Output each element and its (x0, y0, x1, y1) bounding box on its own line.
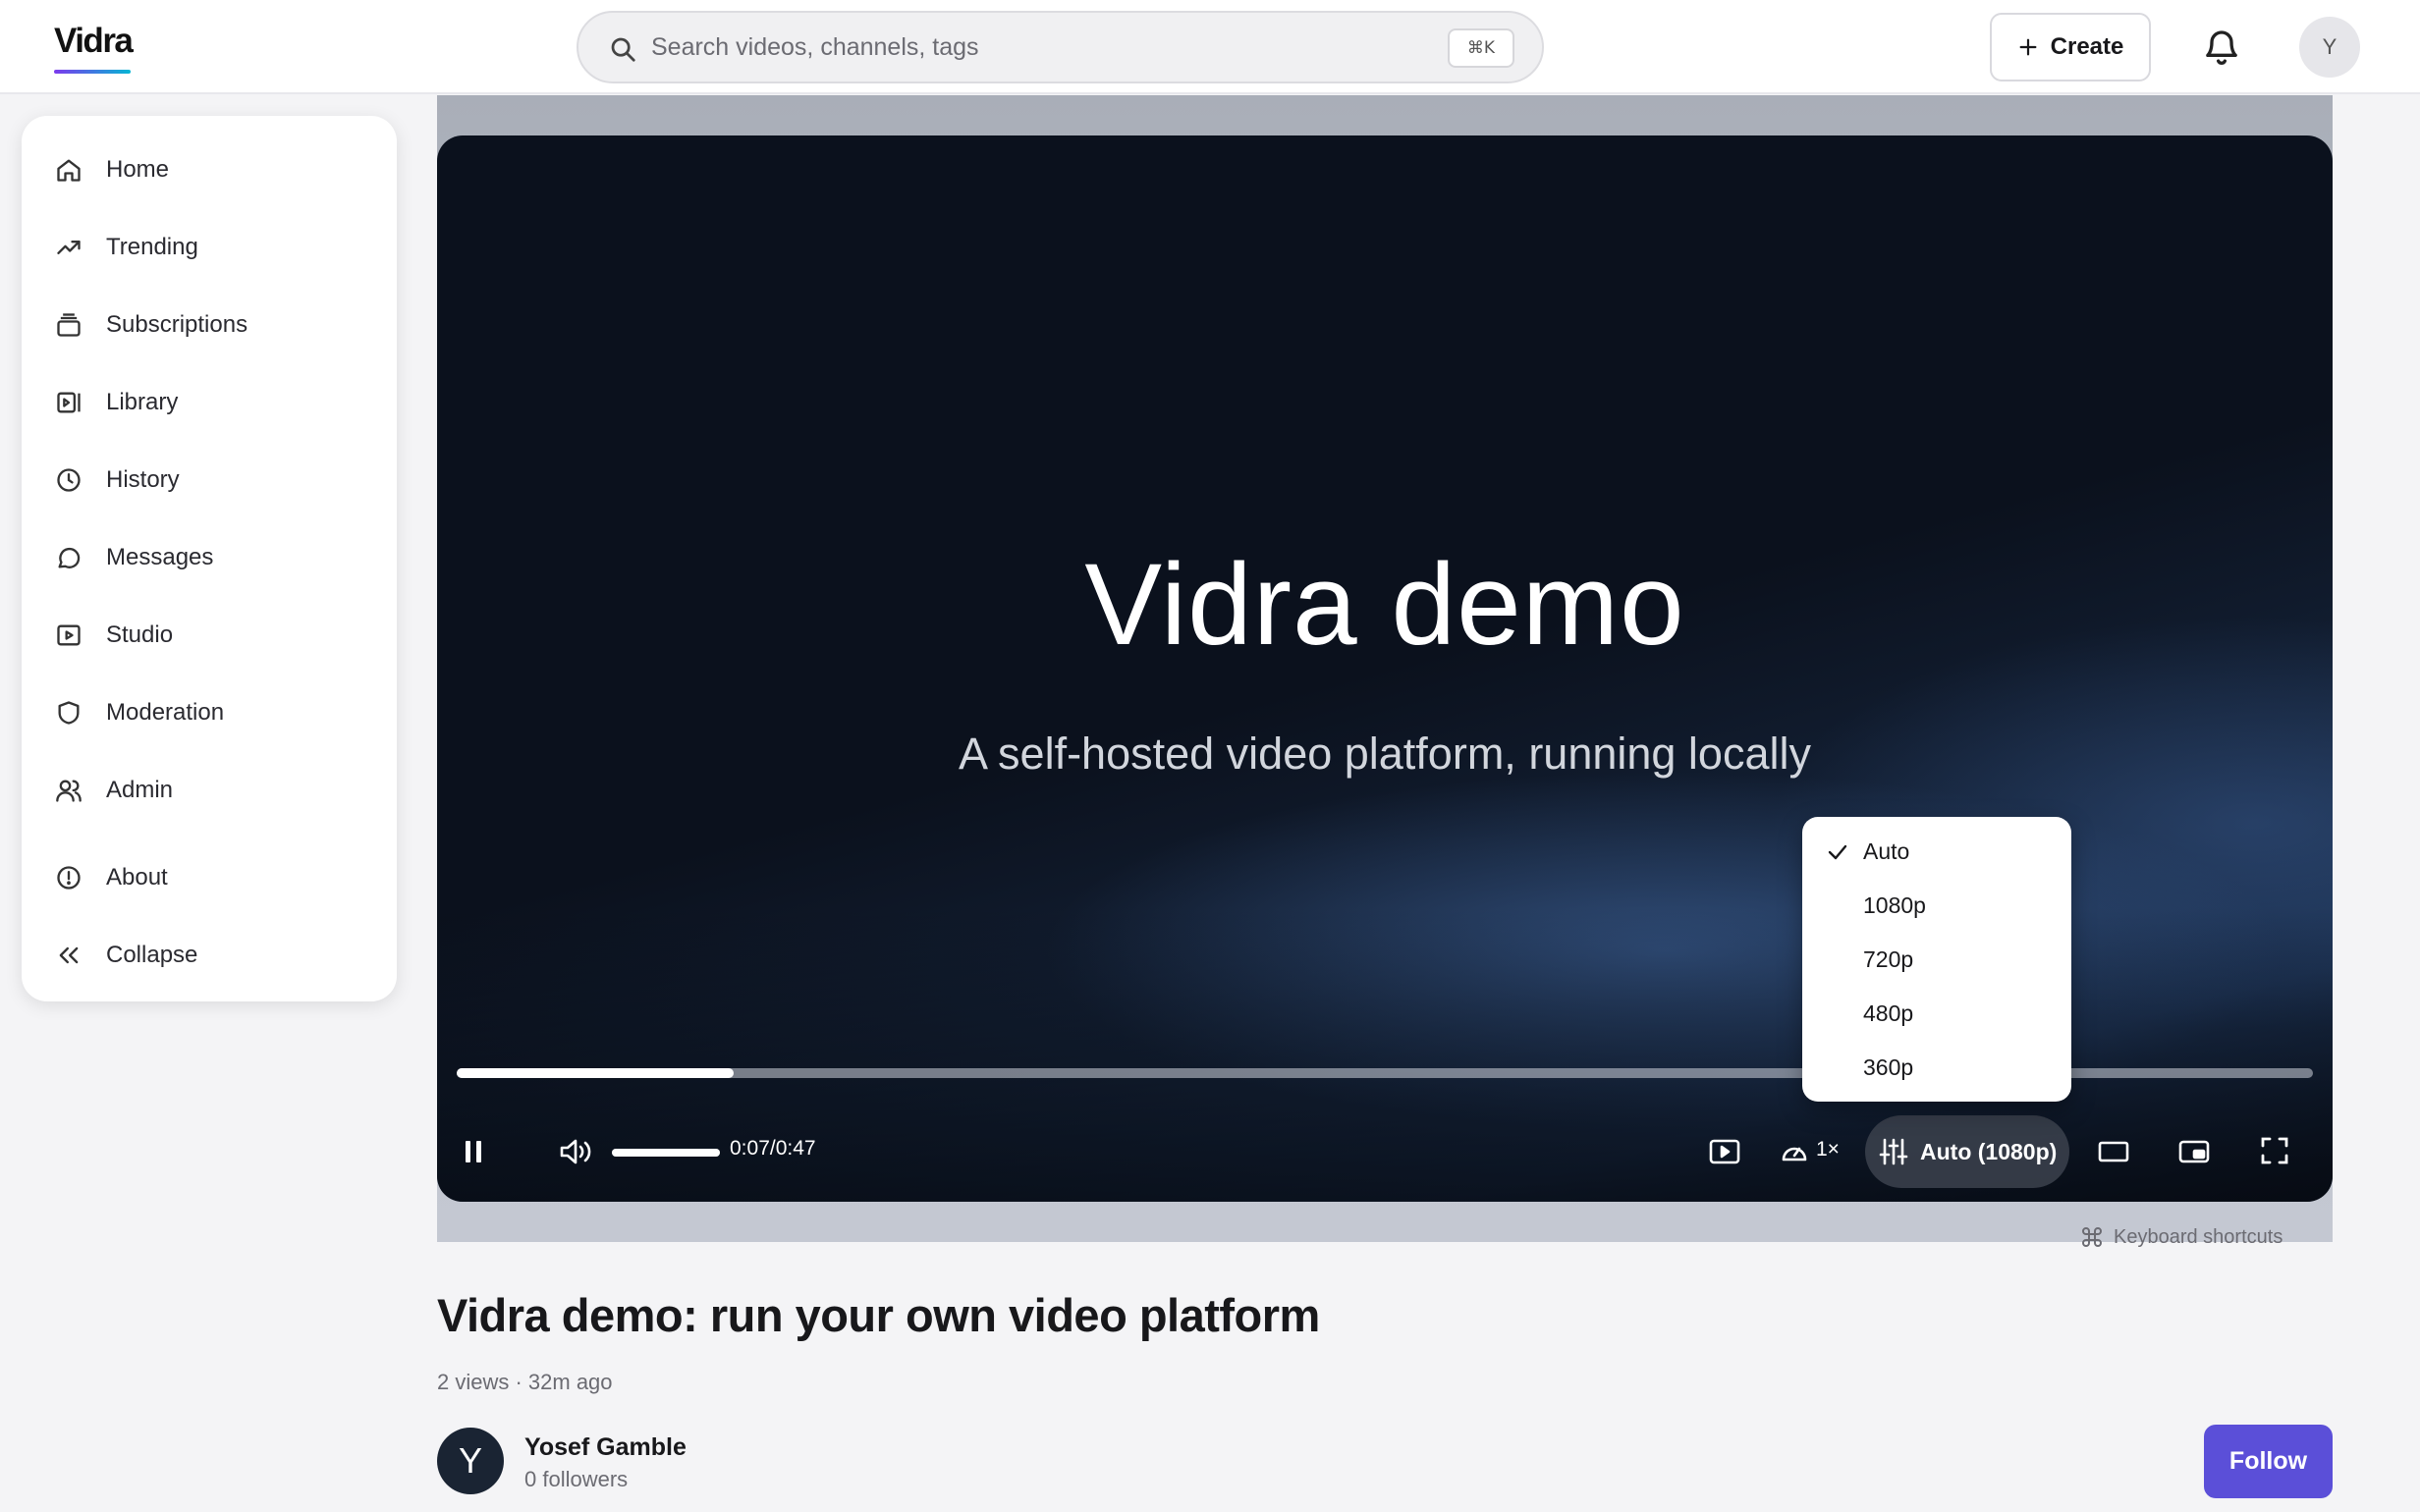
sidebar-item-collapse[interactable]: Collapse (22, 923, 397, 988)
channel-followers: 0 followers (524, 1467, 629, 1491)
theater-mode-button[interactable] (2093, 1131, 2134, 1172)
pause-button[interactable] (453, 1127, 494, 1176)
channel-avatar[interactable]: Y (437, 1428, 504, 1494)
sidebar-item-home[interactable]: Home (22, 137, 397, 202)
search-icon (611, 37, 635, 62)
quality-option-1080p[interactable]: 1080p (1802, 879, 2071, 933)
sidebar-item-label: Library (106, 389, 179, 415)
picture-in-picture-button[interactable] (2173, 1131, 2215, 1172)
quality-option-label: Auto (1863, 838, 1910, 864)
sidebar-item-about[interactable]: About (22, 845, 397, 910)
autoplay-icon (1709, 1139, 1740, 1164)
video-frame-subtitle: A self-hosted video platform, running lo… (959, 729, 1811, 779)
volume-button[interactable] (555, 1129, 598, 1174)
notifications-bell-icon[interactable] (2202, 26, 2241, 69)
sidebar-item-label: Messages (106, 544, 214, 570)
quality-option-label: 360p (1863, 1054, 1914, 1080)
time-display: 0:07/0:47 (730, 1137, 816, 1160)
collapse-icon (59, 946, 79, 964)
quality-option-label: 480p (1863, 1000, 1914, 1026)
sidebar-item-label: Studio (106, 621, 174, 648)
moderation-icon (58, 701, 80, 725)
library-icon (57, 392, 81, 413)
admin-icon (56, 780, 82, 802)
quality-button-label: Auto (1080p) (1920, 1138, 2058, 1164)
sidebar-item-subscriptions[interactable]: Subscriptions (22, 293, 397, 357)
create-button[interactable]: Create (1990, 13, 2151, 81)
command-key-icon (2082, 1227, 2102, 1247)
logo-underline (54, 70, 131, 74)
top-bar: Vidra ⌘K Create Y (0, 0, 2420, 94)
checkmark-icon (1828, 844, 1847, 860)
quality-option-label: 720p (1863, 946, 1914, 972)
sidebar: Home Trending Subscriptions Library Hist… (22, 116, 397, 1001)
playback-speed-button[interactable] (1775, 1131, 1814, 1172)
keyboard-shortcuts-label: Keyboard shortcuts (2114, 1225, 2283, 1248)
trending-icon (57, 241, 81, 254)
video-meta: 2 views · 32m ago (437, 1370, 613, 1394)
quality-option-360p[interactable]: 360p (1802, 1041, 2071, 1095)
home-icon (57, 159, 81, 182)
sidebar-item-label: Collapse (106, 942, 198, 968)
quality-option-720p[interactable]: 720p (1802, 933, 2071, 987)
speedometer-icon (1782, 1147, 1807, 1161)
search-input[interactable] (651, 23, 1417, 72)
sidebar-item-admin[interactable]: Admin (22, 758, 397, 823)
quality-sliders-icon (1879, 1138, 1908, 1165)
sidebar-item-trending[interactable]: Trending (22, 215, 397, 280)
create-button-label: Create (2050, 33, 2124, 60)
quality-button[interactable]: Auto (1080p) (1865, 1115, 2069, 1188)
quality-option-label: 1080p (1863, 892, 1926, 918)
subscriptions-icon (57, 313, 81, 337)
volume-slider[interactable] (612, 1149, 720, 1157)
video-title: Vidra demo: run your own video platform (437, 1289, 1320, 1341)
sidebar-item-messages[interactable]: Messages (22, 525, 397, 590)
quality-option-480p[interactable]: 480p (1802, 987, 2071, 1041)
volume-icon (560, 1139, 591, 1164)
volume-slider-fill (612, 1149, 720, 1157)
picture-in-picture-icon (2178, 1140, 2210, 1163)
studio-icon (57, 624, 81, 646)
sidebar-item-label: History (106, 466, 180, 493)
search-shortcut-badge: ⌘K (1448, 28, 1514, 68)
app-logo[interactable]: Vidra (54, 22, 134, 61)
playback-speed-label[interactable]: 1× (1816, 1138, 1840, 1161)
sidebar-item-studio[interactable]: Studio (22, 603, 397, 668)
follow-button[interactable]: Follow (2204, 1425, 2333, 1498)
sidebar-item-history[interactable]: History (22, 448, 397, 513)
channel-name[interactable]: Yosef Gamble (524, 1433, 687, 1462)
quality-menu: Auto 1080p 720p 480p 360p (1802, 817, 2071, 1102)
plus-icon (2019, 38, 2037, 56)
sidebar-item-moderation[interactable]: Moderation (22, 680, 397, 745)
pause-icon (466, 1141, 481, 1162)
sidebar-item-label: Admin (106, 777, 174, 803)
user-avatar[interactable]: Y (2299, 17, 2360, 78)
about-icon (57, 866, 81, 890)
sidebar-item-label: About (106, 864, 168, 891)
video-frame-title: Vidra demo (1084, 540, 1685, 670)
progress-bar-fill (457, 1068, 734, 1078)
fullscreen-icon (2261, 1137, 2288, 1164)
theater-mode-icon (2098, 1141, 2129, 1162)
autoplay-button[interactable] (1704, 1131, 1745, 1172)
sidebar-item-label: Home (106, 156, 170, 183)
sidebar-item-label: Subscriptions (106, 311, 248, 338)
search-bar[interactable]: ⌘K (577, 11, 1544, 83)
sidebar-item-library[interactable]: Library (22, 370, 397, 435)
history-icon (57, 468, 81, 492)
sidebar-item-label: Trending (106, 234, 198, 260)
quality-option-auto[interactable]: Auto (1802, 825, 2071, 879)
sidebar-item-label: Moderation (106, 699, 225, 726)
fullscreen-button[interactable] (2254, 1129, 2295, 1172)
keyboard-shortcuts-link[interactable]: Keyboard shortcuts (2080, 1225, 2282, 1249)
messages-icon (58, 547, 81, 568)
